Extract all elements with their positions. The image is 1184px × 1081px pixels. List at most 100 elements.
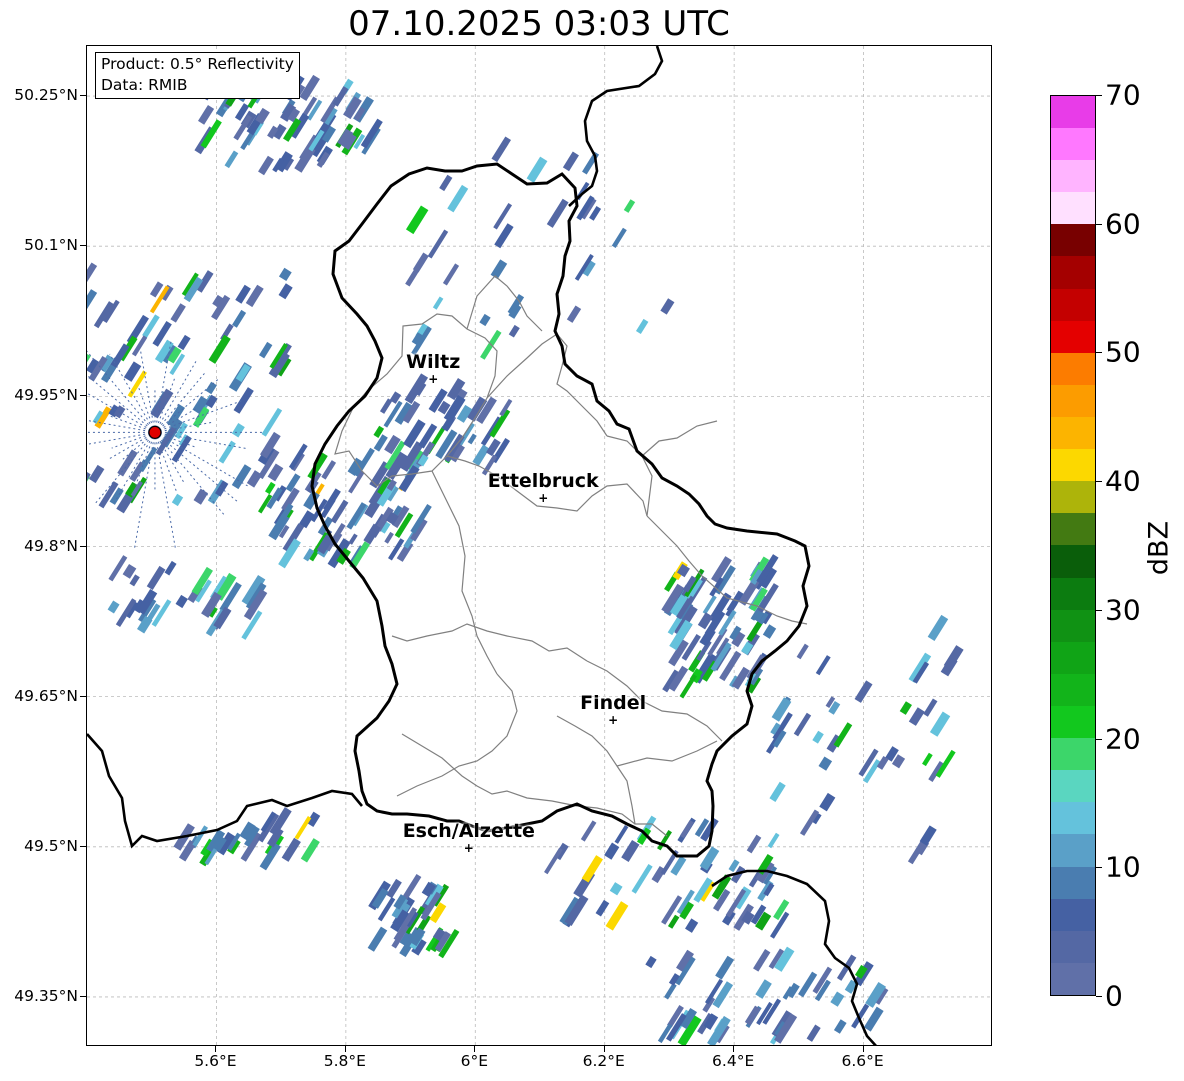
city-marker-icon: + [428,372,439,387]
colorbar-segment [1051,962,1095,995]
echo-cell [798,971,818,998]
echo-cell [107,600,120,614]
echo-cell [294,816,312,840]
echo-cell [300,838,320,863]
map-title: 07.10.2025 03:03 UTC [348,4,730,44]
echo-cell [679,819,694,839]
lat-tick-mark [80,545,86,547]
echo-cell [405,259,425,287]
echo-cell [491,136,512,163]
lat-tick-label: 50.25°N [14,86,78,105]
echo-cell [439,174,453,192]
colorbar-segment [1051,384,1095,418]
echo-cell [621,839,640,862]
echo-cell [261,407,283,437]
colorbar-tick-label: 0 [1105,979,1123,1013]
radar-echoes [87,72,964,1045]
colorbar-tick-label: 10 [1105,850,1141,884]
city-label: Ettelbruck [487,470,599,493]
echo-cell [198,105,215,125]
echo-cell [753,949,771,972]
colorbar-unit-label: dBZ [1143,520,1175,576]
radar-spoke [154,432,240,504]
lat-tick-label: 50.1°N [24,236,78,255]
radar-spoke [135,432,156,486]
echo-cell [631,864,653,894]
echo-cell [164,560,177,576]
city-marker-icon: + [608,712,619,727]
colorbar-segment [1051,256,1095,289]
echo-cell [508,324,520,338]
echo-cell [645,955,657,969]
echo-cell [715,955,735,980]
echo-cell [796,643,809,660]
echo-cell [927,614,949,642]
echo-cell [899,701,912,715]
colorbar-tick-label: 60 [1105,207,1141,241]
echo-cell [755,979,772,999]
radar-spoke [139,350,156,433]
echo-cell [171,493,184,507]
colorbar-segment [1051,352,1095,385]
echo-cell [170,303,186,323]
echo-cell [447,184,469,213]
echo-cell [819,792,836,812]
echo-cell [815,655,831,676]
colorbar-segment [1051,834,1095,867]
echo-cell [685,918,699,933]
echo-cell [546,198,569,228]
colorbar-tick-label: 30 [1105,593,1141,627]
lat-tick-label: 49.95°N [14,386,78,405]
colorbar-segment [1051,641,1095,674]
echo-cell [762,624,777,639]
lon-tick-mark [733,1046,735,1052]
colorbar-tick-mark [1096,738,1102,740]
colorbar-segment [1051,802,1095,835]
echo-cell [919,825,937,846]
colorbar-tick-mark [1096,609,1102,611]
city-marker-icon: + [538,491,549,506]
lat-tick-mark [80,995,86,997]
echo-cell [595,899,610,917]
colorbar-segment [1051,320,1095,353]
echo-cell [769,781,786,802]
colorbar-tick-label: 20 [1105,722,1141,756]
echo-cell [929,711,951,737]
product-info-box: Product: 0.5° Reflectivity Data: RMIB [95,52,300,99]
lat-tick-mark [80,845,86,847]
echo-cell [175,594,188,609]
lon-tick-mark [603,1046,605,1052]
data-source-label: Data: RMIB [101,76,188,94]
echo-cell [231,464,252,490]
echo-cell [146,565,166,590]
echo-cell [544,847,563,875]
echo-cell [566,305,582,323]
colorbar-tick-label: 70 [1105,78,1141,112]
radar-map[interactable]: Product: 0.5° Reflectivity Data: RMIB Wi… [86,45,992,1046]
echo-cell [830,991,845,1007]
echo-cell [660,298,675,315]
lat-tick-label: 49.65°N [14,686,78,705]
colorbar-segment [1051,577,1095,610]
radar-site-marker [148,425,162,439]
colorbar-segment [1051,481,1095,514]
echo-cell [108,555,128,582]
colorbar-segment [1051,545,1095,578]
echo-cell [479,313,491,327]
lat-tick-label: 49.8°N [24,536,78,555]
echo-cell [746,834,762,854]
echo-cell [605,901,629,931]
lon-tick-mark [474,1046,476,1052]
echo-cell [346,502,367,530]
echo-cell [348,533,358,545]
echo-cell [490,259,508,280]
colorbar-tick-mark [1096,996,1102,997]
echo-cell [432,296,444,310]
echo-cell [265,481,276,495]
map-canvas [87,46,991,1045]
echo-cell [192,825,208,847]
colorbar-segment [1051,770,1095,803]
lon-tick-label: 6.4°E [712,1052,755,1070]
echo-cell [87,289,98,317]
colorbar-segment [1051,417,1095,450]
